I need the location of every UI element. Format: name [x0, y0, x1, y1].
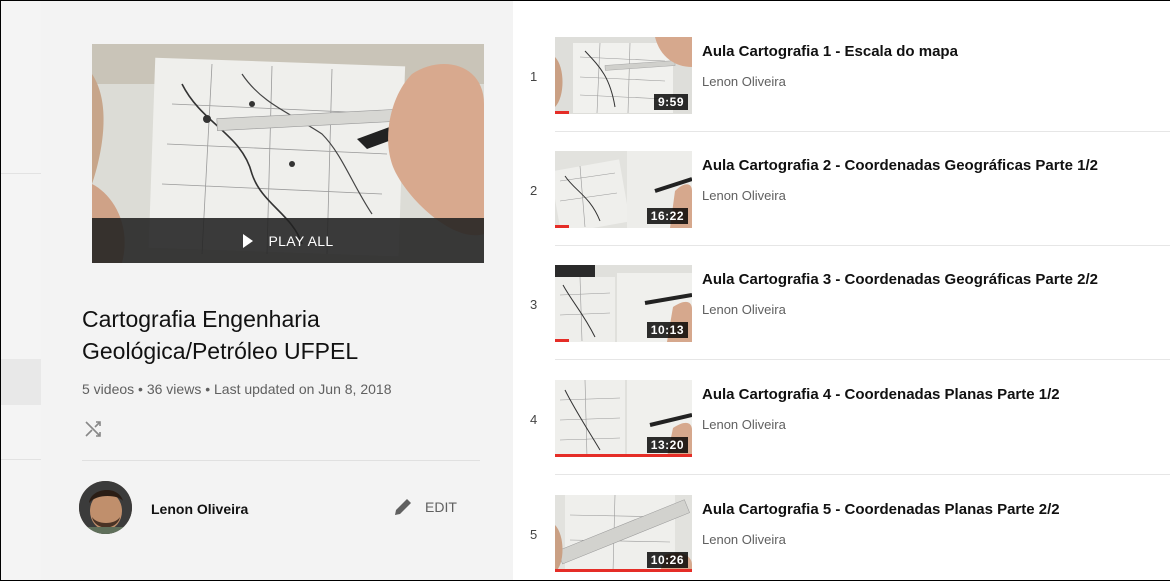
edit-button[interactable]: EDIT — [393, 497, 457, 517]
views-count: 36 views — [146, 381, 202, 397]
avatar[interactable] — [79, 481, 132, 534]
video-title[interactable]: Aula Cartografia 1 - Escala do mapa — [702, 43, 958, 60]
video-duration: 10:13 — [646, 322, 688, 338]
nav-divider — [1, 173, 41, 174]
play-icon — [242, 233, 253, 248]
video-index: 1 — [530, 69, 538, 84]
list-separator — [555, 359, 1170, 360]
playlist-video-list: 1 9:59 Aula Cartografia 1 - Escala do ma… — [513, 1, 1170, 580]
video-title[interactable]: Aula Cartografia 5 - Coordenadas Planas … — [702, 501, 1060, 518]
nav-highlight[interactable] — [1, 359, 41, 405]
play-all-button[interactable]: PLAY ALL — [92, 218, 484, 263]
list-item[interactable]: 1 9:59 Aula Cartografia 1 - Escala do ma… — [513, 37, 1170, 151]
shuffle-button[interactable] — [82, 416, 106, 440]
video-index: 5 — [530, 527, 538, 542]
video-duration: 13:20 — [646, 437, 688, 453]
video-title[interactable]: Aula Cartografia 3 - Coordenadas Geográf… — [702, 271, 1098, 288]
list-item[interactable]: 5 10:26 Aula Cartografia 5 - Coordenadas… — [513, 495, 1170, 580]
owner-divider — [82, 460, 480, 461]
video-thumbnail[interactable]: 13:20 — [555, 380, 692, 457]
stats-separator: • — [138, 381, 143, 397]
video-channel[interactable]: Lenon Oliveira — [702, 417, 786, 432]
owner-name[interactable]: Lenon Oliveira — [151, 501, 248, 517]
edit-label: EDIT — [425, 499, 457, 515]
video-index: 2 — [530, 183, 538, 198]
nav-divider — [1, 459, 41, 460]
video-index: 3 — [530, 297, 538, 312]
watch-progress — [555, 569, 692, 572]
video-title[interactable]: Aula Cartografia 2 - Coordenadas Geográf… — [702, 157, 1098, 174]
watch-progress — [555, 111, 569, 114]
play-all-label: PLAY ALL — [268, 232, 334, 249]
video-thumbnail[interactable]: 9:59 — [555, 37, 692, 114]
video-duration: 16:22 — [646, 208, 688, 224]
shuffle-icon — [85, 421, 101, 437]
list-separator — [555, 245, 1170, 246]
list-item[interactable]: 3 10:13 Aula Cartografia 3 - Coordenadas… — [513, 265, 1170, 379]
last-updated: Last updated on Jun 8, 2018 — [214, 381, 392, 397]
video-duration: 10:26 — [646, 552, 688, 568]
avatar-image — [79, 481, 132, 534]
video-channel[interactable]: Lenon Oliveira — [702, 74, 786, 89]
watch-progress — [555, 225, 569, 228]
video-thumbnail[interactable]: 10:26 — [555, 495, 692, 572]
video-channel[interactable]: Lenon Oliveira — [702, 188, 786, 203]
video-duration: 9:59 — [653, 94, 688, 110]
list-item[interactable]: 2 16:22 Aula Cartografia 2 - Coordenadas… — [513, 151, 1170, 265]
playlist-title: Cartografia Engenharia Geológica/Petróle… — [82, 306, 359, 364]
watch-progress — [555, 339, 569, 342]
video-index: 4 — [530, 412, 538, 427]
video-channel[interactable]: Lenon Oliveira — [702, 302, 786, 317]
playlist-hero-thumbnail[interactable]: PLAY ALL — [92, 44, 484, 263]
list-separator — [555, 131, 1170, 132]
playlist-sidebar: PLAY ALL Cartografia Engenharia Geológic… — [41, 1, 513, 580]
video-title[interactable]: Aula Cartografia 4 - Coordenadas Planas … — [702, 386, 1060, 403]
left-nav-strip — [1, 1, 41, 580]
video-channel[interactable]: Lenon Oliveira — [702, 532, 786, 547]
stats-separator: • — [205, 381, 211, 397]
video-thumbnail[interactable]: 16:22 — [555, 151, 692, 228]
list-separator — [555, 474, 1170, 475]
video-thumbnail[interactable]: 10:13 — [555, 265, 692, 342]
page-frame: PLAY ALL Cartografia Engenharia Geológic… — [0, 0, 1170, 581]
videos-count: 5 videos — [82, 381, 135, 397]
pencil-icon — [395, 499, 411, 515]
playlist-stats: 5 videos • 36 views • Last updated on Ju… — [82, 381, 391, 397]
watch-progress — [555, 454, 692, 457]
list-item[interactable]: 4 13:20 Aula Cartografia 4 - Coordenadas… — [513, 380, 1170, 494]
